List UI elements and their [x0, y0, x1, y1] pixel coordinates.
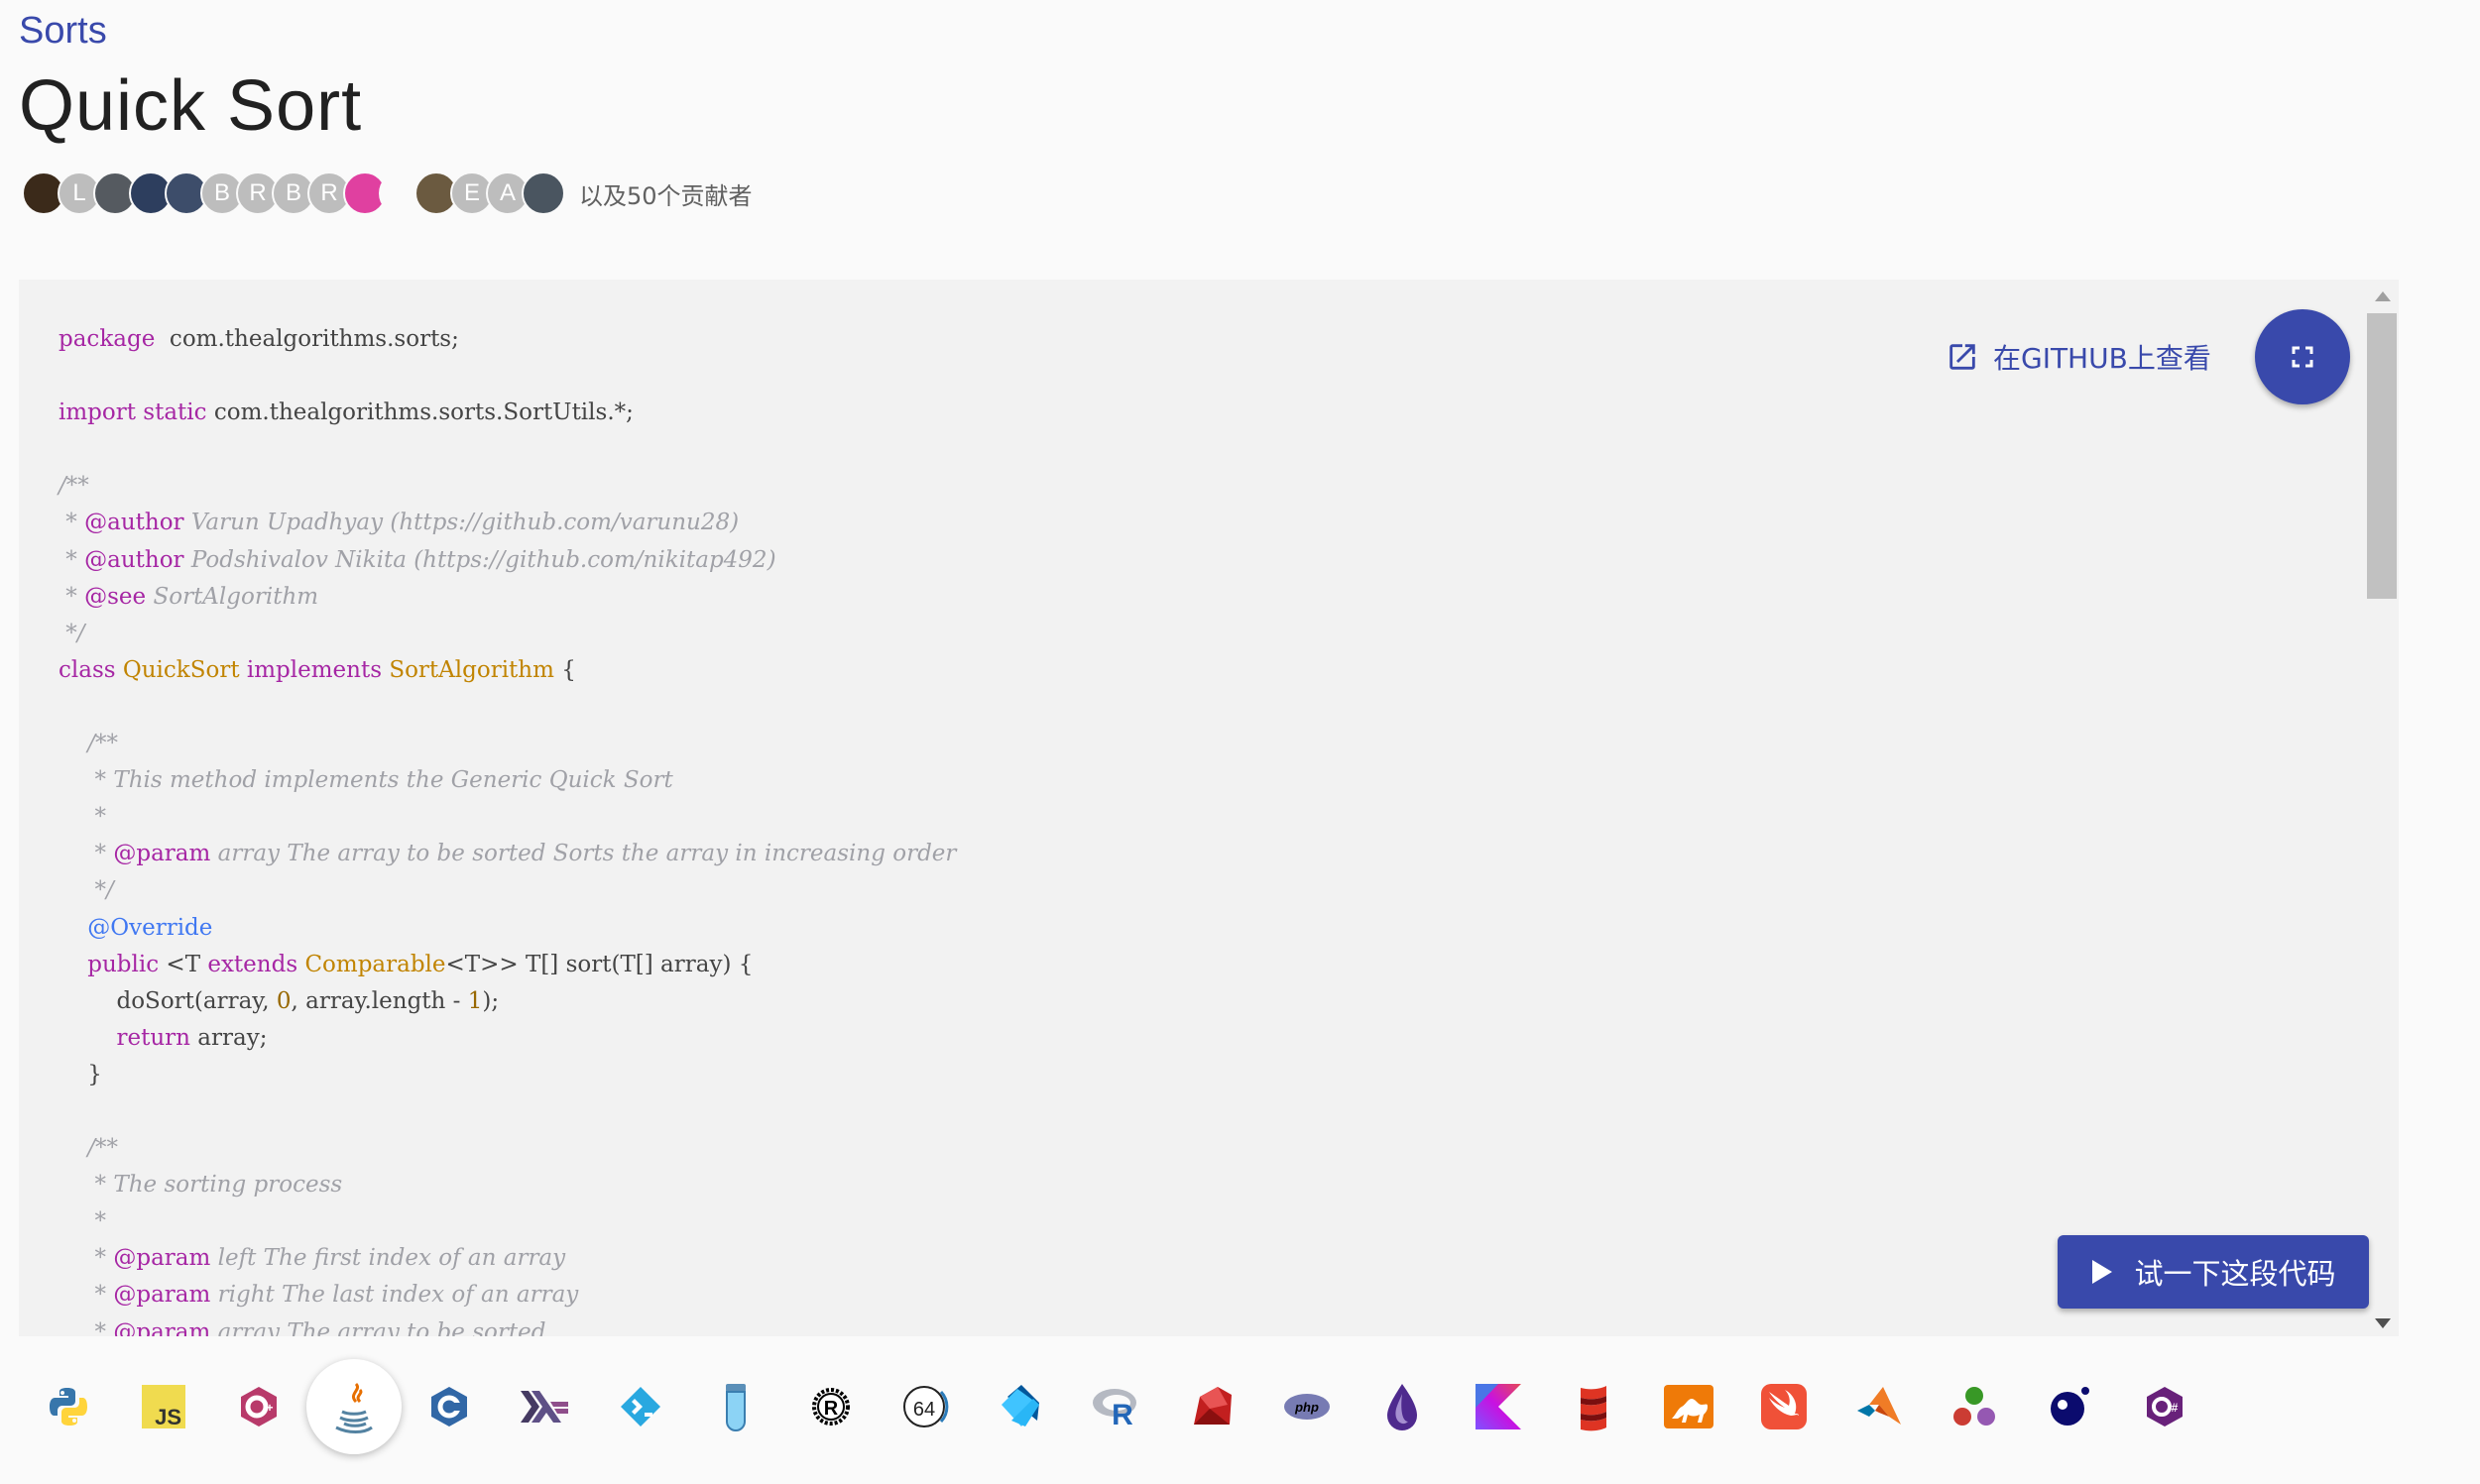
code-line: /** — [59, 473, 89, 500]
rust-icon: R — [811, 1388, 850, 1426]
javascript-icon: JS — [142, 1385, 186, 1428]
code-line: package com.thealgorithms.sorts; — [59, 326, 459, 352]
language-tab-go[interactable] — [593, 1359, 688, 1454]
language-tab-zig[interactable] — [2022, 1359, 2117, 1454]
assembly-64-icon: 64 — [902, 1386, 949, 1427]
language-tab-c[interactable] — [402, 1359, 497, 1454]
code-line: class QuickSort implements SortAlgorithm… — [59, 656, 576, 683]
c-sharp-icon: # — [2147, 1387, 2184, 1427]
language-tab-php[interactable]: php — [1259, 1359, 1355, 1454]
language-tab-ocaml[interactable] — [1641, 1359, 1736, 1454]
scroll-thumb[interactable] — [2367, 313, 2397, 599]
language-tab-kotlin[interactable] — [1451, 1359, 1546, 1454]
code-line: * @author Varun Upadhyay (https://github… — [59, 510, 740, 536]
matlab-icon — [1856, 1387, 1901, 1425]
play-icon — [2092, 1260, 2113, 1284]
dart-icon — [1002, 1385, 1039, 1427]
language-tab-javascript[interactable]: JS — [116, 1359, 211, 1454]
code-line: * @param left The first index of an arra… — [59, 1245, 566, 1272]
code-line: * @param array The array to be sorted — [59, 1318, 546, 1336]
fullscreen-button[interactable] — [2255, 309, 2350, 404]
code-line: return array; — [59, 1024, 268, 1051]
svg-text:64: 64 — [913, 1399, 935, 1421]
view-on-github-label: 在GITHUB上查看 — [1993, 342, 2211, 375]
c-icon — [431, 1387, 468, 1427]
language-tab-ruby[interactable] — [1164, 1359, 1259, 1454]
contributor-avatar[interactable] — [522, 171, 565, 215]
language-bar: JS + R 64 Rphp # — [19, 1338, 2399, 1484]
code-panel: package com.thealgorithms.sorts; import … — [19, 280, 2399, 1336]
code-line: public <T extends Comparable<T>> T[] sor… — [59, 951, 754, 977]
code-line: * — [59, 804, 107, 831]
r-icon: R — [1093, 1389, 1137, 1428]
open-in-new-icon — [1949, 344, 1975, 370]
try-code-label: 试一下这段代码 — [2134, 1257, 2336, 1291]
breadcrumb-sorts[interactable]: Sorts — [19, 10, 107, 53]
svg-text:JS: JS — [155, 1405, 181, 1428]
language-tab-dart[interactable] — [974, 1359, 1069, 1454]
scroll-up-icon[interactable] — [2375, 291, 2391, 301]
code-line: @Override — [59, 914, 213, 941]
code-line: */ — [59, 620, 85, 646]
c-plus-plus-icon: + — [241, 1387, 278, 1427]
go-icon — [620, 1387, 660, 1427]
code-line: * @param right The last index of an arra… — [59, 1282, 579, 1309]
code-line: * This method implements the Generic Qui… — [59, 767, 673, 794]
elixir-vial-icon — [725, 1384, 746, 1431]
code-line: * The sorting process — [59, 1172, 343, 1199]
svg-text:php: php — [1294, 1400, 1319, 1415]
view-on-github-link[interactable]: 在GITHUB上查看 — [1946, 335, 2211, 379]
language-tab-haskell[interactable] — [498, 1359, 593, 1454]
ocaml-icon — [1663, 1385, 1713, 1428]
language-tab-swift[interactable] — [1736, 1359, 1831, 1454]
language-tab-r[interactable]: R — [1069, 1359, 1164, 1454]
code-line: * — [59, 1208, 107, 1235]
code-line: doSort(array, 0, array.length - 1); — [59, 987, 500, 1014]
fullscreen-icon — [2292, 346, 2313, 368]
code-line: * @see SortAlgorithm — [59, 583, 319, 610]
language-tab-c-sharp[interactable]: # — [2117, 1359, 2212, 1454]
code-line: import static com.thealgorithms.sorts.So… — [59, 400, 634, 426]
haskell-icon — [520, 1391, 568, 1423]
language-tab-julia[interactable] — [1927, 1359, 2022, 1454]
language-tab-elixir[interactable] — [1355, 1359, 1450, 1454]
svg-text:R: R — [1112, 1399, 1133, 1428]
page-title: Quick Sort — [19, 66, 363, 146]
code-line: * @param array The array to be sorted So… — [59, 841, 957, 867]
code-line: * @author Podshivalov Nikita (https://gi… — [59, 546, 776, 573]
scroll-down-icon[interactable] — [2375, 1318, 2391, 1328]
language-tab-matlab[interactable] — [1831, 1359, 1927, 1454]
code-line: /** — [59, 1135, 118, 1162]
zig-icon — [2051, 1387, 2090, 1426]
code-line: } — [59, 1061, 102, 1087]
php-icon: php — [1284, 1394, 1331, 1420]
language-tab-assembly-64[interactable]: 64 — [879, 1359, 974, 1454]
julia-icon — [1953, 1387, 1995, 1426]
language-tab-rust[interactable]: R — [783, 1359, 879, 1454]
contributors: L B R B R E A 以及50个贡献者 — [22, 171, 753, 215]
svg-text:+: + — [267, 1401, 274, 1415]
elixir-icon — [1387, 1384, 1418, 1430]
language-tab-c-plus-plus[interactable]: + — [211, 1359, 306, 1454]
python-icon — [50, 1388, 87, 1426]
language-tab-scala[interactable] — [1546, 1359, 1641, 1454]
svg-text:#: # — [2172, 1401, 2179, 1415]
language-tab-elixir-vial[interactable] — [688, 1359, 783, 1454]
scala-icon — [1580, 1386, 1606, 1431]
try-code-button[interactable]: 试一下这段代码 — [2058, 1235, 2369, 1309]
language-tab-java[interactable] — [306, 1359, 403, 1454]
code-block: package com.thealgorithms.sorts; import … — [59, 321, 956, 1336]
ruby-icon — [1194, 1387, 1233, 1425]
code-line: /** — [59, 731, 118, 757]
code-scrollbar[interactable] — [2367, 280, 2397, 1336]
code-line: */ — [59, 877, 114, 904]
swift-icon — [1760, 1384, 1807, 1429]
java-icon — [335, 1382, 374, 1433]
svg-text:R: R — [824, 1398, 839, 1420]
language-tab-python[interactable] — [21, 1359, 116, 1454]
contributors-more-text: 以及50个贡献者 — [579, 181, 753, 210]
kotlin-icon — [1475, 1384, 1521, 1429]
